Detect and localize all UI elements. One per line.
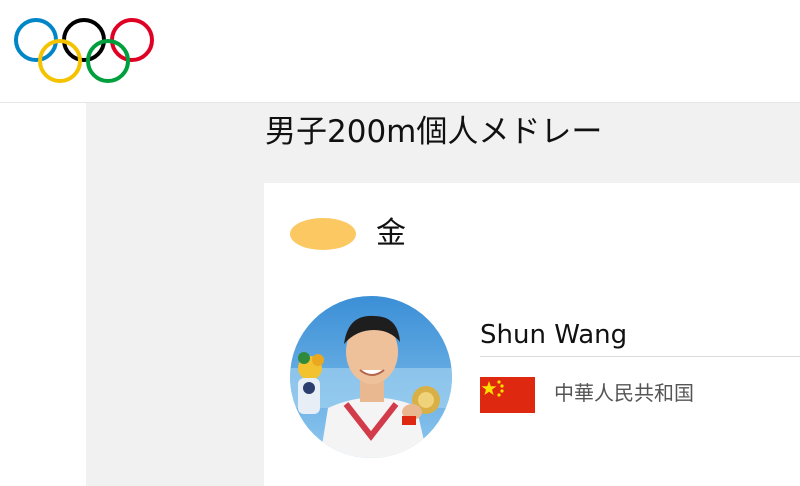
- olympic-rings-icon[interactable]: [12, 16, 158, 86]
- athlete-photo[interactable]: [290, 296, 452, 458]
- gold-medal-icon: [290, 218, 356, 250]
- country-name: 中華人民共和国: [554, 381, 694, 405]
- china-flag-icon: [480, 377, 535, 413]
- event-title: 男子200m個人メドレー: [265, 114, 603, 150]
- athlete-name[interactable]: Shun Wang: [480, 316, 627, 354]
- divider: [480, 356, 800, 357]
- top-header: [0, 0, 800, 103]
- medal-label: 金: [376, 216, 406, 251]
